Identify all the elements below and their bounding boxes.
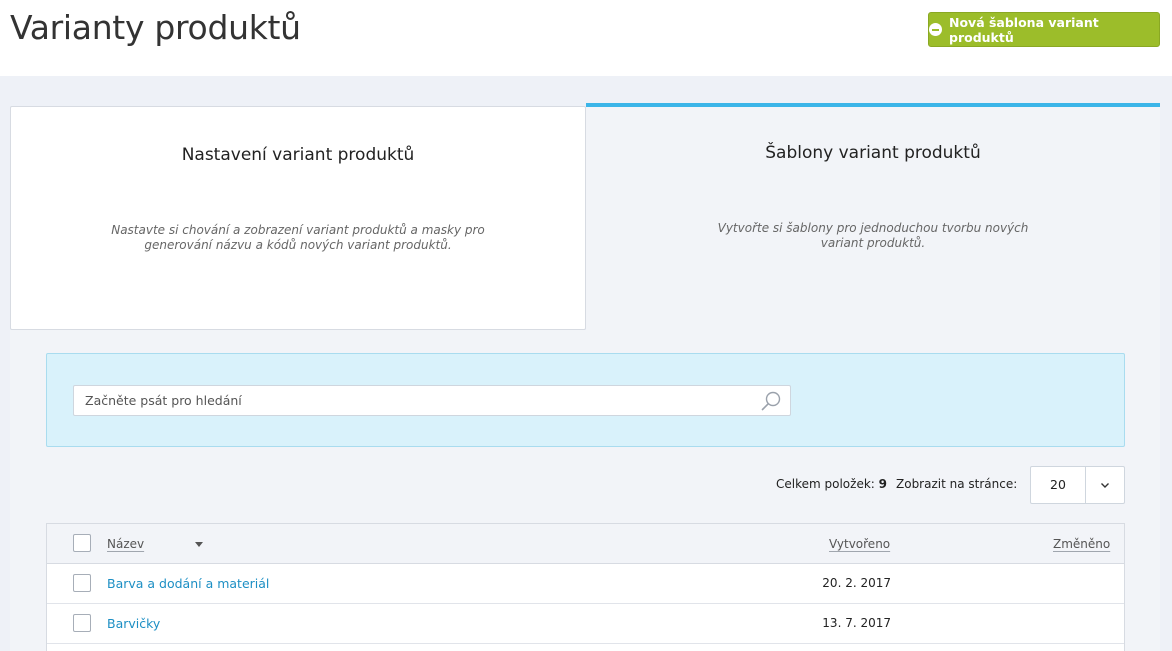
row-name-link[interactable]: Barva a dodání a materiál: [107, 576, 269, 591]
column-header-modified[interactable]: Změněno: [1053, 537, 1110, 551]
row-name-link[interactable]: Barvičky: [107, 616, 160, 631]
total-items-count: 9: [878, 477, 887, 491]
search-box: [73, 385, 791, 416]
tab-variant-settings[interactable]: Nastavení variant produktů Nastavte si c…: [10, 106, 586, 330]
new-variant-template-button[interactable]: Nová šablona variant produktů: [928, 12, 1160, 47]
search-icon[interactable]: [760, 390, 782, 412]
total-items: Celkem položek: 9: [776, 477, 887, 491]
tab-variant-templates[interactable]: Šablony variant produktů Vytvořte si šab…: [586, 103, 1160, 330]
search-panel: [46, 353, 1125, 447]
total-items-label: Celkem položek:: [776, 477, 875, 491]
tab-variant-templates-description: Vytvořte si šablony pro jednoduchou tvor…: [717, 221, 1029, 250]
row-created-date: 13. 7. 2017: [822, 616, 891, 630]
chevron-down-icon[interactable]: [1099, 479, 1111, 491]
table-row: Barva a dodání a materiál 20. 2. 2017: [47, 564, 1124, 604]
plus-circle-icon: [929, 23, 942, 36]
table-row: Barvičky 13. 7. 2017: [47, 604, 1124, 644]
tab-variant-settings-title: Nastavení variant produktů: [181, 145, 415, 165]
tab-variant-templates-title: Šablony variant produktů: [765, 143, 981, 163]
per-page-select[interactable]: 20: [1030, 466, 1125, 504]
page-header: Varianty produktů Nová šablona variant p…: [0, 0, 1172, 76]
column-header-created[interactable]: Vytvořeno: [829, 537, 890, 551]
templates-table: Název Vytvořeno Změněno Barva a dodání a…: [46, 523, 1125, 651]
new-variant-template-button-label: Nová šablona variant produktů: [949, 14, 1099, 45]
per-page-divider: [1085, 467, 1086, 503]
per-page-label: Zobrazit na stránce:: [896, 477, 1018, 491]
sort-down-icon[interactable]: [195, 542, 203, 547]
page-title: Varianty produktů: [10, 8, 301, 47]
per-page-value: 20: [1050, 477, 1066, 492]
row-created-date: 20. 2. 2017: [822, 576, 891, 590]
tab-variant-settings-description: Nastavte si chování a zobrazení variant …: [111, 223, 485, 252]
column-header-name[interactable]: Název: [107, 537, 144, 551]
row-checkbox[interactable]: [73, 574, 91, 592]
search-input[interactable]: [74, 386, 754, 415]
table-header: Název Vytvořeno Změněno: [47, 524, 1124, 564]
select-all-checkbox[interactable]: [73, 534, 91, 552]
row-checkbox[interactable]: [73, 614, 91, 632]
